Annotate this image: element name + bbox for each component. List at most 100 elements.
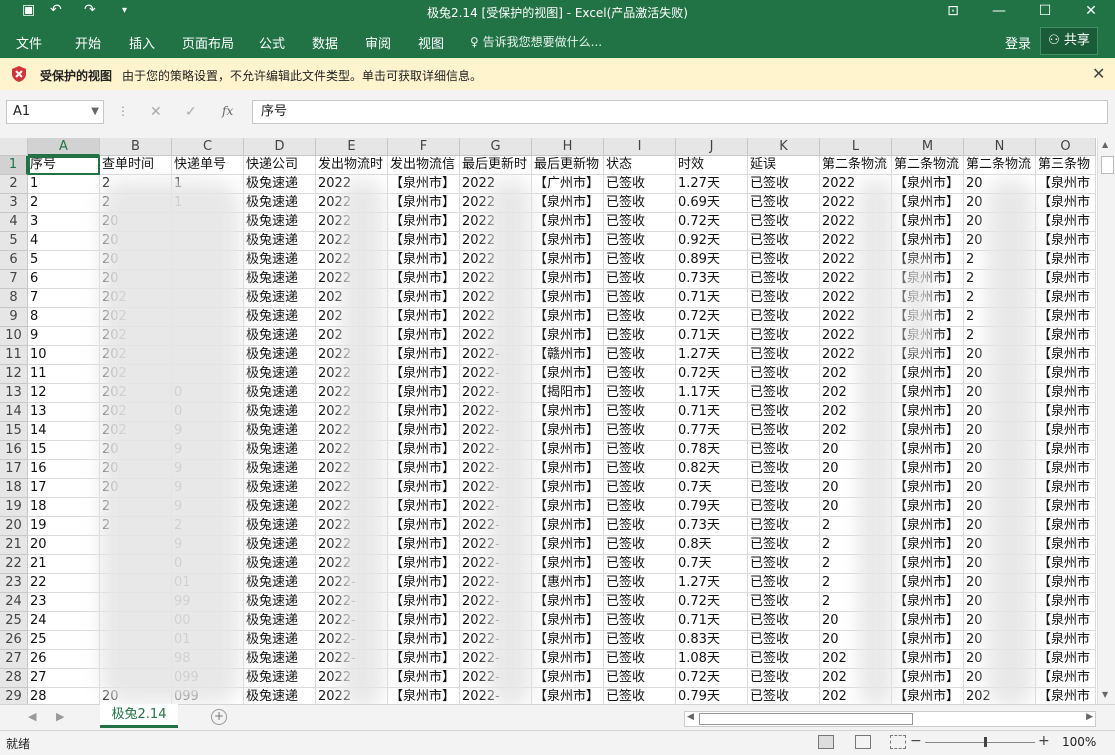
table-cell[interactable]: 0.72天 bbox=[676, 308, 748, 327]
column-header[interactable]: H bbox=[532, 138, 604, 156]
table-cell[interactable]: 13 bbox=[28, 403, 100, 422]
table-cell[interactable]: 已签收 bbox=[604, 289, 676, 308]
table-cell[interactable]: 【泉州市】 bbox=[388, 251, 460, 270]
more-options-icon[interactable]: ⋮ bbox=[117, 104, 129, 118]
tab-formulas[interactable]: 公式 bbox=[259, 33, 285, 52]
table-cell[interactable]: 11 bbox=[28, 365, 100, 384]
table-cell[interactable]: 14 bbox=[28, 422, 100, 441]
minimize-button[interactable]: — bbox=[976, 0, 1022, 24]
table-cell[interactable]: 【泉州市】 bbox=[532, 194, 604, 213]
table-cell[interactable]: 0.7天 bbox=[676, 555, 748, 574]
row-header[interactable]: 22 bbox=[0, 555, 28, 574]
table-cell[interactable]: 【泉州市】 bbox=[892, 536, 964, 555]
row-header[interactable]: 17 bbox=[0, 460, 28, 479]
table-cell[interactable]: 【泉州市】 bbox=[388, 327, 460, 346]
table-cell[interactable]: 极兔速递 bbox=[244, 631, 316, 650]
table-cell[interactable]: 【泉州市 bbox=[1036, 669, 1096, 688]
table-cell[interactable]: 【泉州市 bbox=[1036, 346, 1096, 365]
table-cell[interactable]: 【泉州市】 bbox=[388, 650, 460, 669]
tell-me-box[interactable]: ♀ 告诉我您想要做什么... bbox=[470, 33, 602, 50]
table-cell[interactable]: 极兔速递 bbox=[244, 422, 316, 441]
sheet-tab[interactable]: 极兔2.14 bbox=[100, 704, 178, 728]
table-cell[interactable]: 28 bbox=[28, 688, 100, 704]
table-cell[interactable]: 已签收 bbox=[604, 194, 676, 213]
table-cell[interactable]: 【泉州市 bbox=[1036, 327, 1096, 346]
table-cell[interactable]: 【泉州市】 bbox=[388, 194, 460, 213]
tab-file[interactable]: 文件 bbox=[16, 33, 42, 52]
table-cell[interactable]: 【泉州市】 bbox=[892, 612, 964, 631]
table-cell[interactable]: 【泉州市】 bbox=[892, 555, 964, 574]
table-cell[interactable]: 【泉州市 bbox=[1036, 289, 1096, 308]
row-header[interactable]: 15 bbox=[0, 422, 28, 441]
scroll-up-icon[interactable]: ▲ bbox=[1102, 140, 1108, 149]
table-cell[interactable]: 【泉州市】 bbox=[388, 612, 460, 631]
tab-page-layout[interactable]: 页面布局 bbox=[182, 33, 234, 52]
table-cell[interactable]: 【泉州市】 bbox=[388, 232, 460, 251]
table-cell[interactable]: 已签收 bbox=[748, 175, 820, 194]
table-cell[interactable]: 【惠州市】 bbox=[532, 574, 604, 593]
row-header[interactable]: 7 bbox=[0, 270, 28, 289]
table-cell[interactable]: 【泉州市 bbox=[1036, 213, 1096, 232]
row-header[interactable]: 27 bbox=[0, 650, 28, 669]
function-icon[interactable]: fx bbox=[222, 104, 233, 118]
row-header[interactable]: 12 bbox=[0, 365, 28, 384]
table-cell[interactable]: 已签收 bbox=[748, 498, 820, 517]
table-cell[interactable]: 已签收 bbox=[748, 213, 820, 232]
select-all-corner[interactable] bbox=[0, 138, 28, 156]
table-cell[interactable]: 22 bbox=[28, 574, 100, 593]
table-cell[interactable]: 【泉州市】 bbox=[892, 365, 964, 384]
table-cell[interactable]: 7 bbox=[28, 289, 100, 308]
table-cell[interactable]: 【泉州市】 bbox=[892, 669, 964, 688]
table-cell[interactable]: 1.27天 bbox=[676, 175, 748, 194]
table-cell[interactable]: 已签收 bbox=[604, 555, 676, 574]
table-cell[interactable]: 已签收 bbox=[604, 593, 676, 612]
table-cell[interactable]: 【泉州市】 bbox=[388, 422, 460, 441]
table-cell[interactable]: 1.27天 bbox=[676, 346, 748, 365]
table-cell[interactable]: 【泉州市】 bbox=[388, 270, 460, 289]
zoom-slider[interactable] bbox=[925, 737, 1035, 747]
table-cell[interactable]: 已签收 bbox=[604, 213, 676, 232]
table-cell[interactable]: 极兔速递 bbox=[244, 669, 316, 688]
row-header[interactable]: 16 bbox=[0, 441, 28, 460]
column-header[interactable]: G bbox=[460, 138, 532, 156]
row-header[interactable]: 26 bbox=[0, 631, 28, 650]
table-cell[interactable]: 6 bbox=[28, 270, 100, 289]
table-cell[interactable]: 已签收 bbox=[748, 650, 820, 669]
table-cell[interactable]: 极兔速递 bbox=[244, 232, 316, 251]
table-cell[interactable]: 0.73天 bbox=[676, 270, 748, 289]
table-cell[interactable]: 【泉州市】 bbox=[388, 213, 460, 232]
table-cell[interactable]: 已签收 bbox=[604, 498, 676, 517]
column-header[interactable]: N bbox=[964, 138, 1036, 156]
table-cell[interactable]: 已签收 bbox=[748, 308, 820, 327]
table-cell[interactable]: 【泉州市】 bbox=[532, 213, 604, 232]
table-cell[interactable]: 【泉州市】 bbox=[388, 441, 460, 460]
table-cell[interactable]: 【泉州市】 bbox=[532, 422, 604, 441]
column-header[interactable]: C bbox=[172, 138, 244, 156]
row-header[interactable]: 19 bbox=[0, 498, 28, 517]
table-cell[interactable]: 已签收 bbox=[604, 650, 676, 669]
header-cell[interactable]: 状态 bbox=[604, 156, 676, 175]
column-header[interactable]: A bbox=[28, 138, 100, 156]
table-cell[interactable]: 极兔速递 bbox=[244, 536, 316, 555]
hscroll-thumb[interactable] bbox=[699, 713, 913, 725]
column-header[interactable]: O bbox=[1036, 138, 1096, 156]
row-header[interactable]: 2 bbox=[0, 175, 28, 194]
table-cell[interactable]: 极兔速递 bbox=[244, 384, 316, 403]
prev-sheet-icon[interactable]: ◀ bbox=[28, 710, 36, 723]
zoom-out-icon[interactable]: − bbox=[910, 733, 922, 749]
table-cell[interactable]: 已签收 bbox=[748, 688, 820, 704]
table-cell[interactable]: 【泉州市】 bbox=[892, 403, 964, 422]
row-header[interactable]: 8 bbox=[0, 289, 28, 308]
table-cell[interactable]: 【泉州市】 bbox=[892, 574, 964, 593]
table-cell[interactable]: 【泉州市】 bbox=[388, 669, 460, 688]
table-cell[interactable]: 【泉州市】 bbox=[532, 536, 604, 555]
row-header[interactable]: 20 bbox=[0, 517, 28, 536]
table-cell[interactable]: 【泉州市】 bbox=[388, 536, 460, 555]
table-cell[interactable]: 已签收 bbox=[748, 346, 820, 365]
table-cell[interactable]: 10 bbox=[28, 346, 100, 365]
table-cell[interactable]: 23 bbox=[28, 593, 100, 612]
table-cell[interactable]: 已签收 bbox=[748, 403, 820, 422]
table-cell[interactable]: 0.72天 bbox=[676, 365, 748, 384]
table-cell[interactable]: 9 bbox=[28, 327, 100, 346]
table-cell[interactable]: 极兔速递 bbox=[244, 213, 316, 232]
